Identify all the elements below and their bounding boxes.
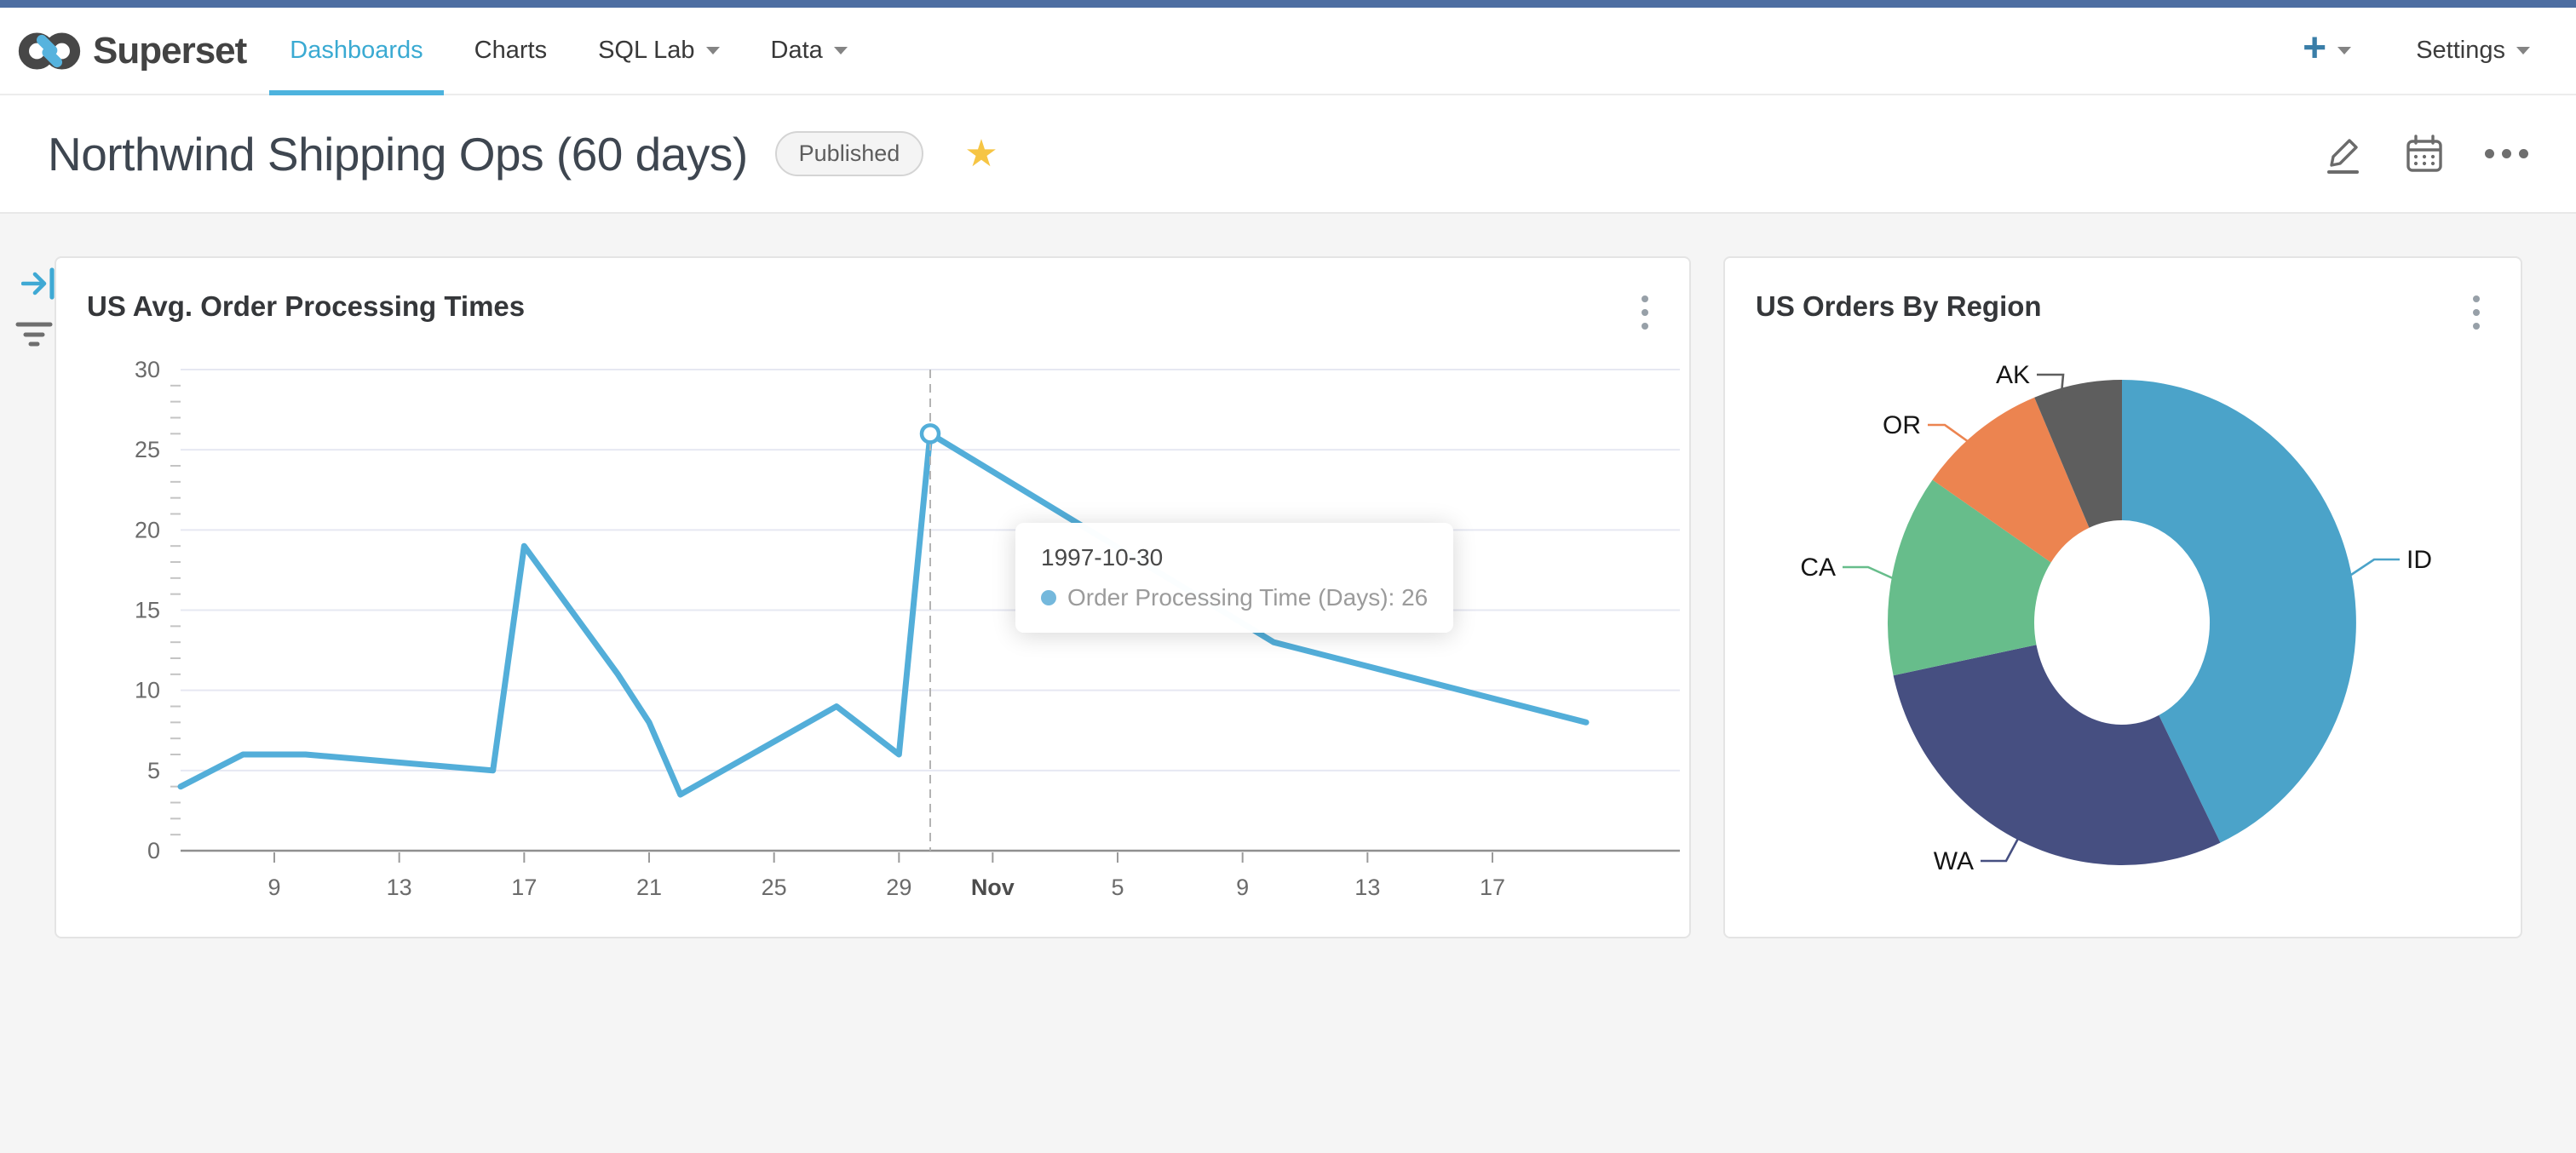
svg-text:13: 13 [1354, 875, 1380, 900]
nav-item-charts[interactable]: Charts [449, 8, 572, 94]
svg-text:5: 5 [1111, 875, 1124, 900]
nav-item-label: Charts [474, 37, 548, 64]
pie-label-id: ID [2406, 546, 2432, 574]
dashboard-canvas: US Avg. Order Processing Times 0 5 10 15 20 2… [0, 214, 2576, 1152]
svg-text:5: 5 [147, 758, 160, 783]
nav-item-label: Dashboards [290, 37, 423, 64]
svg-text:9: 9 [267, 875, 280, 900]
favorite-star-icon[interactable]: ★ [964, 135, 998, 173]
pie-label-or: OR [1883, 411, 1921, 439]
svg-text:17: 17 [1480, 875, 1505, 900]
svg-text:Nov: Nov [971, 875, 1015, 900]
edit-pencil-icon[interactable] [2323, 133, 2364, 175]
svg-text:0: 0 [147, 838, 160, 863]
chart-tooltip: 1997-10-30 Order Processing Time (Days):… [1015, 523, 1454, 633]
chevron-down-icon [705, 47, 720, 54]
chevron-down-icon [2516, 47, 2530, 54]
nav-item-sql-lab[interactable]: SQL Lab [572, 8, 745, 94]
tooltip-date: 1997-10-30 [1041, 544, 1164, 571]
nav-item-label: Data [770, 37, 823, 64]
superset-logo-icon [18, 32, 81, 70]
nav-item-dashboards[interactable]: Dashboards [264, 8, 448, 95]
svg-text:13: 13 [387, 875, 412, 900]
header-actions [2323, 133, 2528, 175]
settings-menu[interactable]: Settings [2416, 37, 2530, 65]
svg-text:9: 9 [1236, 875, 1249, 900]
svg-text:25: 25 [135, 437, 160, 462]
pie-label-ca: CA [1800, 554, 1836, 582]
superset-brand[interactable]: Superset [16, 25, 247, 77]
plus-icon: + [2303, 25, 2327, 71]
svg-text:17: 17 [511, 875, 537, 900]
tooltip-value: Order Processing Time (Days): 26 [1067, 584, 1429, 611]
line-chart[interactable]: 0 5 10 15 20 25 30 9 13 17 21 25 29 Nov 5 9 13 17 [56, 335, 1689, 931]
page-title: Northwind Shipping Ops (60 days) [48, 127, 748, 181]
brand-name: Superset [93, 29, 247, 72]
dashboard-header: Northwind Shipping Ops (60 days) Publish… [0, 95, 2576, 214]
main-nav: Dashboards Charts SQL Lab Data [264, 8, 873, 95]
create-new-button[interactable]: + [2303, 27, 2352, 69]
donut-chart[interactable]: ID WA CA OR AK [1725, 258, 2521, 937]
chart-card-processing-times: US Avg. Order Processing Times 0 5 10 15 20 2… [55, 256, 1691, 938]
nav-item-data[interactable]: Data [745, 8, 873, 94]
chevron-down-icon [833, 47, 848, 54]
pie-label-ak: AK [1996, 361, 2030, 389]
pie-label-wa: WA [1934, 847, 1974, 875]
navbar: Superset Dashboards Charts SQL Lab Data + S… [0, 8, 2576, 95]
svg-text:15: 15 [135, 598, 160, 623]
svg-text:29: 29 [886, 875, 911, 900]
more-horizontal-icon[interactable] [2485, 149, 2528, 158]
published-badge[interactable]: Published [774, 131, 924, 176]
chevron-down-icon [2337, 47, 2352, 54]
series-dot-icon [1041, 590, 1056, 605]
calendar-icon[interactable] [2403, 133, 2446, 175]
chart-card-orders-by-region: US Orders By Region ID WA CA OR AK [1723, 256, 2522, 938]
pie-slice-wa[interactable] [1893, 645, 2221, 865]
kebab-menu-icon[interactable] [1638, 292, 1652, 333]
svg-text:25: 25 [762, 875, 787, 900]
settings-label: Settings [2416, 37, 2505, 64]
svg-text:20: 20 [135, 517, 160, 542]
chart-title: US Avg. Order Processing Times [87, 290, 526, 322]
filter-icon[interactable] [15, 318, 53, 352]
expand-filter-bar-icon[interactable] [21, 265, 57, 302]
svg-text:10: 10 [135, 678, 160, 703]
top-accent-strip [0, 0, 2576, 8]
svg-text:21: 21 [636, 875, 662, 900]
nav-right: + Settings [2303, 27, 2530, 69]
nav-item-label: SQL Lab [598, 37, 695, 64]
svg-text:30: 30 [135, 357, 160, 382]
